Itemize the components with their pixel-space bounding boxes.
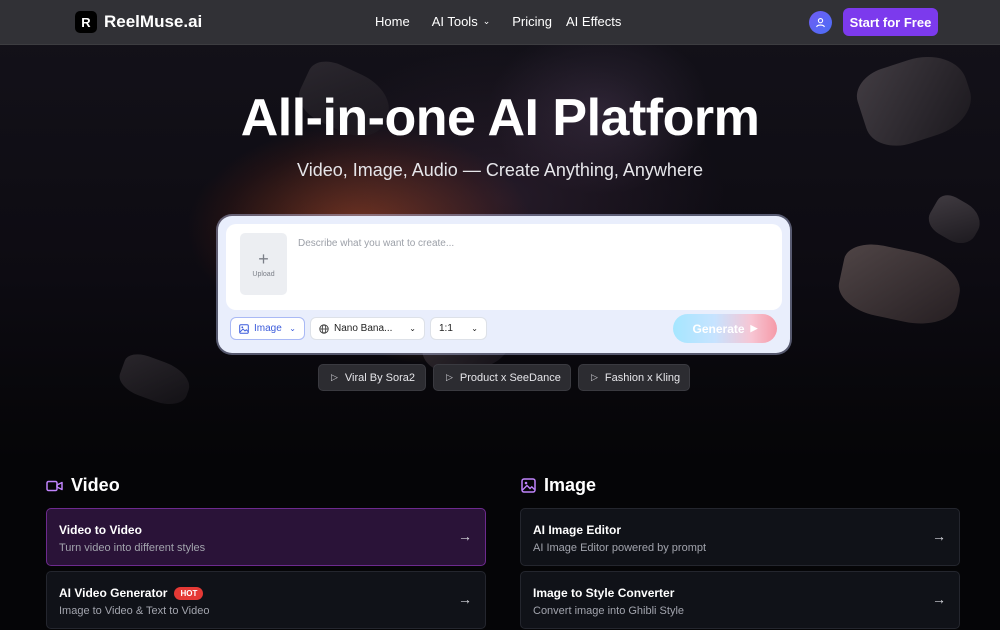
arrow-right-icon: →	[458, 528, 472, 544]
image-section-title: Image	[521, 475, 596, 496]
brand-logo[interactable]: R ReelMuse.ai	[75, 11, 202, 33]
user-icon	[816, 18, 825, 28]
play-icon: ▷	[446, 372, 453, 382]
upload-button[interactable]: + Upload	[240, 233, 287, 295]
brand-name: ReelMuse.ai	[104, 12, 203, 31]
prompt-input[interactable]: Describe what you want to create...	[298, 238, 454, 249]
aspect-ratio-select[interactable]: 1:1 ⌄	[430, 317, 487, 340]
tool-card-video-to-video[interactable]: Video to Video Turn video into different…	[46, 508, 486, 566]
play-icon: ▷	[331, 372, 338, 382]
arrow-right-icon: →	[932, 591, 946, 607]
tool-card-image-to-style-converter[interactable]: Image to Style Converter Convert image i…	[520, 571, 960, 629]
tool-card-name: AI Image Editor	[533, 523, 621, 537]
example-chip-seedance[interactable]: ▷ Product x SeeDance	[433, 364, 571, 391]
tool-card-ai-video-generator[interactable]: AI Video Generator HOT Image to Video & …	[46, 571, 486, 629]
image-icon	[521, 478, 536, 493]
decorative-rock	[115, 349, 195, 411]
upload-label: Upload	[252, 271, 275, 278]
video-camera-icon	[46, 480, 63, 491]
nav-link-label: AI Effects	[566, 14, 622, 29]
chevron-down-icon: ⌄	[471, 324, 478, 333]
prompt-card: + Upload Describe what you want to creat…	[218, 216, 790, 353]
example-chip-kling[interactable]: ▷ Fashion x Kling	[578, 364, 690, 391]
user-avatar-button[interactable]	[809, 11, 832, 34]
play-icon: ▷	[591, 372, 598, 382]
decorative-rock	[834, 238, 966, 332]
nav-link-label: AI Tools	[431, 14, 478, 29]
example-chip-label: Fashion x Kling	[604, 371, 681, 384]
example-chip-sora2[interactable]: ▷ Viral By Sora2	[318, 364, 426, 391]
nav-link-ai-tools[interactable]: AI Tools ⌄	[432, 14, 491, 29]
generate-button[interactable]: Generate ▶	[673, 314, 777, 343]
nav-link-ai-effects[interactable]: AI Effects	[566, 14, 621, 29]
image-icon	[239, 323, 249, 334]
tool-name-label: AI Video Generator	[59, 586, 168, 600]
generate-label: Generate	[692, 321, 745, 336]
media-type-label: Image	[254, 323, 282, 334]
nav-link-label: Home	[375, 14, 410, 29]
tool-name-label: Image to Style Converter	[533, 586, 675, 600]
logo-icon: R	[75, 11, 97, 33]
video-section-title: Video	[46, 475, 120, 496]
aspect-ratio-label: 1:1	[439, 323, 453, 334]
arrow-right-icon: →	[932, 528, 946, 544]
tool-card-name: Image to Style Converter	[533, 586, 674, 600]
model-select[interactable]: Nano Bana... ⌄	[310, 317, 425, 340]
play-icon: ▶	[750, 323, 758, 333]
arrow-right-icon: →	[458, 591, 472, 607]
hot-badge: HOT	[174, 586, 204, 600]
start-for-free-button[interactable]: Start for Free	[843, 8, 938, 36]
tool-card-name: AI Video Generator HOT	[59, 586, 204, 600]
tool-card-description: Turn video into different styles	[59, 542, 206, 554]
section-title-label: Image	[544, 475, 597, 495]
tool-card-ai-image-editor[interactable]: AI Image Editor AI Image Editor powered …	[520, 508, 960, 566]
section-title-label: Video	[71, 475, 120, 495]
globe-icon	[319, 323, 329, 334]
chevron-down-icon: ⌄	[289, 324, 296, 333]
tool-name-label: AI Image Editor	[533, 523, 622, 537]
hero-subtitle: Video, Image, Audio — Create Anything, A…	[297, 160, 703, 180]
plus-icon: +	[258, 249, 269, 269]
nav-link-pricing[interactable]: Pricing	[512, 14, 552, 29]
model-label: Nano Bana...	[334, 323, 393, 334]
decorative-rock	[923, 190, 987, 250]
tool-card-description: AI Image Editor powered by prompt	[533, 542, 707, 554]
prompt-input-area[interactable]: + Upload Describe what you want to creat…	[226, 224, 782, 310]
tool-card-description: Image to Video & Text to Video	[59, 605, 210, 617]
chevron-down-icon: ⌄	[482, 16, 491, 26]
tool-name-label: Video to Video	[59, 523, 142, 537]
nav-link-label: Pricing	[512, 14, 552, 29]
example-chip-label: Viral By Sora2	[344, 371, 416, 384]
chevron-down-icon: ⌄	[409, 324, 416, 333]
example-chip-label: Product x SeeDance	[459, 371, 561, 384]
tool-card-name: Video to Video	[59, 523, 142, 537]
top-navbar: R ReelMuse.ai Home AI Tools ⌄ Pricing AI …	[0, 0, 1000, 45]
nav-link-home[interactable]: Home	[375, 14, 410, 29]
media-type-select[interactable]: Image ⌄	[230, 317, 305, 340]
nav-links: Home AI Tools ⌄ Pricing AI Effects	[375, 14, 643, 29]
hero-title: All-in-one AI Platform	[240, 89, 760, 147]
tool-card-description: Convert image into Ghibli Style	[533, 605, 685, 617]
